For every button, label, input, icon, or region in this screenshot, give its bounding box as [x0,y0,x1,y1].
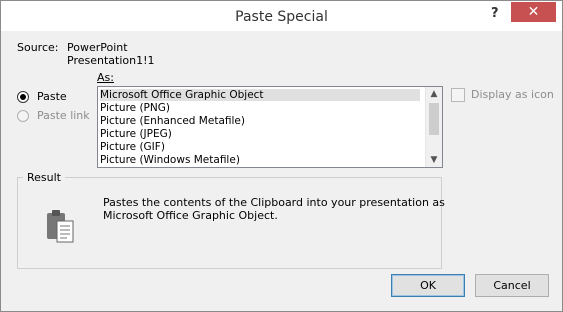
format-item[interactable]: Picture (PNG) [100,102,170,114]
format-item[interactable]: Microsoft Office Graphic Object [100,89,420,101]
ok-button[interactable]: OK [391,274,465,297]
source-label: Source: [17,41,59,54]
paste-link-label: Paste link [37,109,90,122]
result-text-line2: Microsoft Office Graphic Object. [103,209,278,222]
paste-special-dialog: Paste Special ? ✕ Source: PowerPoint Pre… [0,0,563,312]
dialog-title: Paste Special [235,9,328,25]
help-button[interactable]: ? [491,6,499,21]
title-bar: Paste Special ? ✕ [1,1,562,31]
result-group [17,177,442,269]
source-document: Presentation1!1 [67,54,155,67]
scroll-up-icon[interactable]: ▲ [426,87,442,101]
display-as-icon-checkbox [451,88,465,102]
cancel-button[interactable]: Cancel [475,274,549,297]
close-button[interactable]: ✕ [511,2,556,22]
scroll-thumb[interactable] [429,103,439,135]
paste-link-radio [17,110,29,122]
clipboard-paste-icon [45,209,77,246]
paste-radio[interactable] [17,91,29,103]
format-item[interactable]: Picture (Windows Metafile) [100,154,240,166]
format-listbox[interactable]: Microsoft Office Graphic Object Picture … [97,86,443,168]
as-label: As: [97,71,114,84]
result-text-line1: Pastes the contents of the Clipboard int… [103,196,445,209]
scroll-down-icon[interactable]: ▼ [426,153,442,167]
format-list-scrollbar[interactable]: ▲ ▼ [425,87,442,167]
format-item[interactable]: Picture (GIF) [100,141,165,153]
source-app: PowerPoint [67,41,128,54]
format-item[interactable]: Picture (Enhanced Metafile) [100,115,245,127]
result-legend: Result [23,171,65,184]
display-as-icon-label: Display as icon [471,88,554,101]
format-item[interactable]: Picture (JPEG) [100,128,172,140]
paste-radio-label[interactable]: Paste [37,90,67,103]
